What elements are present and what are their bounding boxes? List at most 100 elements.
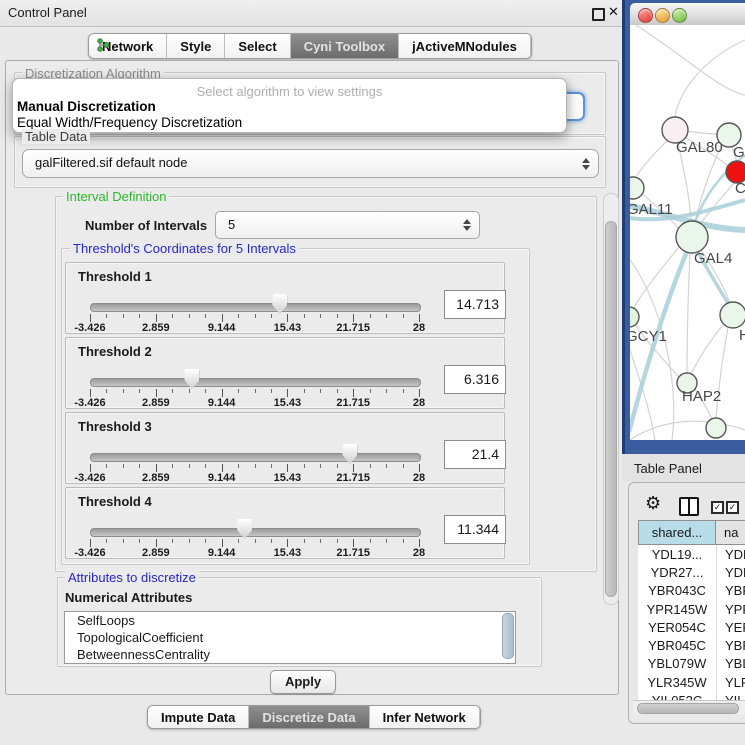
tick-mark — [222, 389, 223, 397]
tick-mark — [419, 464, 420, 472]
cell-name: YBR0 — [716, 582, 745, 600]
threshold-value-field[interactable]: 11.344 — [444, 515, 506, 544]
tick-label: -3.426 — [74, 322, 105, 334]
network-node[interactable] — [630, 177, 644, 199]
threshold-row: Threshold 1 -3.4262.8599.14415.4321.7152… — [65, 262, 505, 334]
algorithm-popup-item[interactable]: Equal Width/Frequency Discretization — [15, 115, 564, 131]
checked-checkbox-icon[interactable] — [711, 501, 724, 514]
cell-name: YDR2 — [716, 563, 745, 581]
algorithm-dropdown-popup: Select algorithm to view settings Manual… — [12, 78, 567, 133]
attribute-list-item[interactable]: TopologicalCoefficient — [65, 629, 515, 646]
algorithm-popup-item[interactable]: Manual Discretization — [15, 99, 564, 115]
columns-icon[interactable] — [679, 497, 699, 516]
threshold-slider[interactable]: -3.4262.8599.14415.4321.71528 — [90, 293, 419, 333]
attribute-name: SelfLoops — [77, 613, 135, 628]
table-row[interactable]: YBL079W YBL0 — [638, 655, 745, 673]
close-icon[interactable]: ✕ — [608, 4, 619, 20]
slider-track[interactable] — [90, 528, 421, 537]
cell-name: YBR0 — [716, 636, 745, 654]
numerical-attributes-list[interactable]: SelfLoops TopologicalCoefficient Between… — [64, 611, 516, 664]
table-row[interactable]: YBR045C YBR0 — [638, 636, 745, 654]
tick-label: 2.859 — [142, 547, 170, 559]
control-panel-titlebar: Control Panel ✕ — [0, 0, 622, 27]
network-node[interactable] — [720, 302, 745, 328]
top-tab[interactable]: Style — [167, 34, 225, 58]
tick-mark — [271, 464, 272, 468]
tick-mark — [156, 314, 157, 322]
gear-icon[interactable]: ⚙ — [645, 495, 661, 513]
threshold-value-field[interactable]: 14.713 — [444, 290, 506, 319]
tick-mark — [139, 464, 140, 468]
threshold-label: Threshold 3 — [78, 419, 152, 434]
attribute-list-item[interactable]: SelfLoops — [65, 612, 515, 629]
top-tab[interactable]: Cyni Toolbox — [291, 34, 399, 58]
threshold-slider[interactable]: -3.4262.8599.14415.4321.71528 — [90, 368, 419, 408]
threshold-value-field[interactable]: 6.316 — [444, 365, 506, 394]
network-node-label: HAP2 — [682, 388, 721, 405]
tick-mark — [287, 389, 288, 397]
network-node[interactable] — [706, 418, 726, 438]
bottom-tab[interactable]: Discretize Data — [249, 706, 369, 728]
network-tab-icon — [96, 38, 110, 52]
threshold-label: Threshold 4 — [78, 494, 152, 509]
tick-mark — [320, 314, 321, 318]
table-row[interactable]: YIL052C YIL0 — [638, 691, 745, 700]
threshold-slider[interactable]: -3.4262.8599.14415.4321.71528 — [90, 443, 419, 483]
tick-mark — [222, 314, 223, 322]
tick-mark — [386, 539, 387, 543]
top-tab[interactable]: jActiveMNodules — [399, 34, 531, 58]
attribute-list-item[interactable]: BetweennessCentrality — [65, 646, 515, 663]
settings-vertical-scrollbar-thumb[interactable] — [605, 221, 617, 597]
attributes-list-scrollbar-thumb[interactable] — [502, 613, 514, 659]
table-data-combobox-value: galFiltered.sif default node — [35, 155, 187, 170]
bottom-tab[interactable]: Impute Data — [148, 706, 249, 728]
tick-label: 9.144 — [208, 397, 236, 409]
network-node-label: H — [739, 327, 745, 344]
network-node[interactable] — [676, 221, 708, 253]
table-horizontal-scrollbar[interactable] — [633, 700, 745, 714]
tick-mark — [156, 464, 157, 472]
tick-mark — [123, 314, 124, 318]
float-window-icon[interactable] — [592, 8, 605, 21]
slider-track[interactable] — [90, 378, 421, 387]
tick-mark — [419, 314, 420, 322]
apply-button[interactable]: Apply — [270, 670, 336, 694]
slider-track[interactable] — [90, 303, 421, 312]
tab-label: Style — [180, 35, 211, 58]
network-node[interactable] — [630, 307, 639, 327]
close-traffic-light-icon[interactable] — [638, 8, 653, 23]
table-horizontal-scrollbar-thumb[interactable] — [637, 703, 739, 714]
table-data-combobox[interactable]: galFiltered.sif default node — [22, 149, 599, 178]
minimize-traffic-light-icon[interactable] — [655, 8, 670, 23]
tab-label: Infer Network — [383, 707, 466, 728]
threshold-slider[interactable]: -3.4262.8599.14415.4321.71528 — [90, 518, 419, 558]
column-header-shared[interactable]: shared... — [638, 520, 716, 545]
tick-label: 21.715 — [336, 472, 370, 484]
number-of-intervals-combobox[interactable]: 5 — [215, 211, 480, 239]
threshold-value-field[interactable]: 21.4 — [444, 440, 506, 469]
checked-checkbox-icon[interactable] — [726, 501, 739, 514]
table-row[interactable]: YBR043C YBR0 — [638, 582, 745, 600]
threshold-label: Threshold 2 — [78, 344, 152, 359]
column-header-name[interactable]: na — [716, 520, 745, 545]
table-row[interactable]: YLR345W YLR3 — [638, 673, 745, 691]
tick-mark — [139, 389, 140, 393]
tick-label: 15.43 — [274, 322, 302, 334]
tick-mark — [172, 314, 173, 318]
tick-mark — [205, 464, 206, 468]
tick-label: -3.426 — [74, 547, 105, 559]
cell-shared-name: YDR27... — [638, 565, 716, 580]
tick-mark — [386, 314, 387, 318]
top-tab[interactable]: Select — [225, 34, 290, 58]
network-graph[interactable]: GAL80GACGAL11GAL4GCY1HHAP2 — [630, 25, 745, 440]
table-row[interactable]: YDL19... YDL1 — [638, 545, 745, 563]
zoom-traffic-light-icon[interactable] — [672, 8, 687, 23]
bottom-tab[interactable]: Infer Network — [370, 706, 480, 728]
table-row[interactable]: YER054C YER0 — [638, 618, 745, 636]
slider-ticks: -3.4262.8599.14415.4321.71528 — [90, 539, 419, 558]
algorithm-hint: Select algorithm to view settings — [13, 84, 566, 99]
tick-mark — [370, 464, 371, 468]
slider-track[interactable] — [90, 453, 421, 462]
table-row[interactable]: YPR145W YPR1 — [638, 600, 745, 618]
table-row[interactable]: YDR27... YDR2 — [638, 563, 745, 581]
